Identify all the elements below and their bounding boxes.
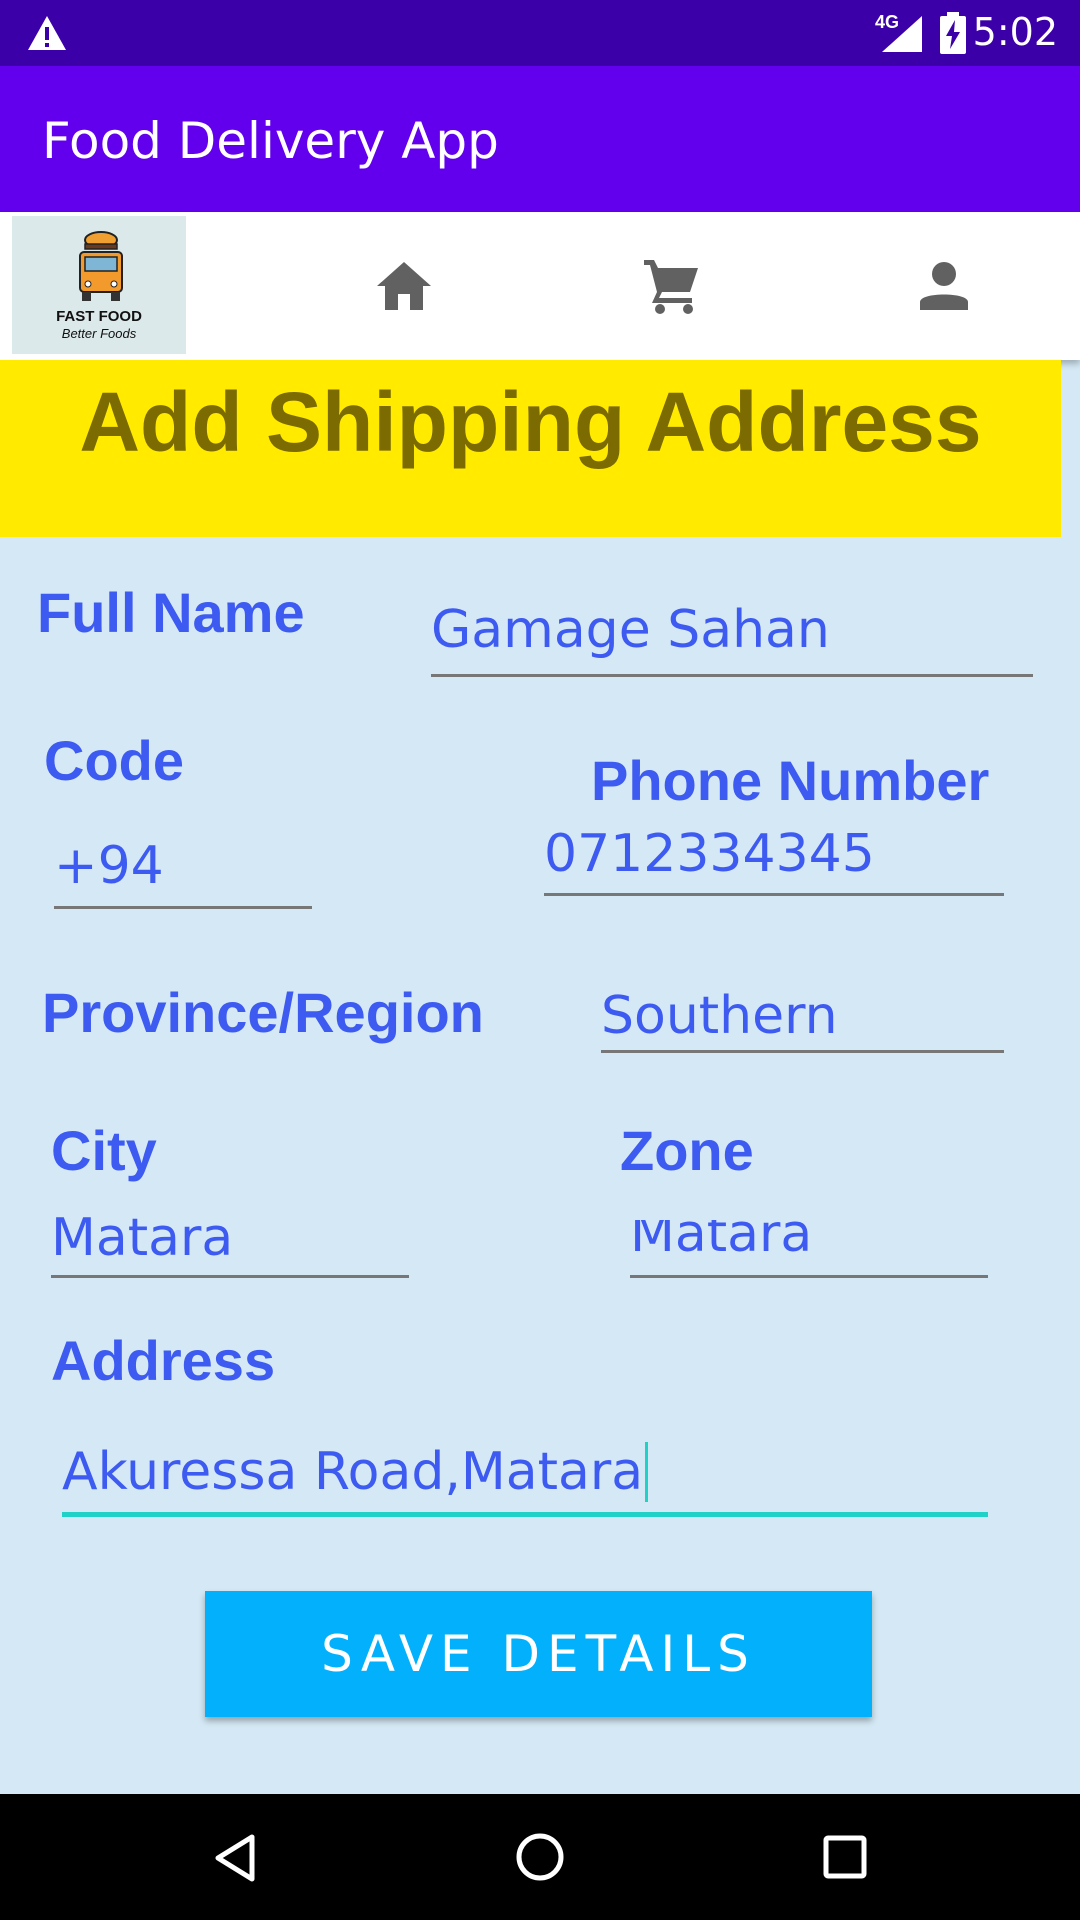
- code-label: Code: [44, 729, 184, 792]
- zone-underline: [630, 1275, 988, 1278]
- back-icon[interactable]: [214, 1834, 256, 1882]
- province-label: Province/Region: [42, 981, 484, 1044]
- profile-icon[interactable]: [920, 262, 968, 310]
- system-nav-bar: [0, 1794, 1080, 1920]
- battery-charging-icon: [940, 12, 966, 54]
- city-label: City: [51, 1119, 157, 1182]
- recents-icon[interactable]: [823, 1835, 867, 1879]
- code-underline: [54, 906, 312, 909]
- code-field[interactable]: +94: [54, 832, 312, 910]
- city-underline: [51, 1275, 409, 1278]
- zone-label: Zone: [620, 1119, 754, 1182]
- province-value: Southern: [601, 990, 838, 1042]
- address-field[interactable]: Akuressa Road,Matara: [62, 1438, 988, 1518]
- zone-field[interactable]: Matara: [630, 1220, 988, 1278]
- page-title: Add Shipping Address: [79, 375, 982, 469]
- app-title: Food Delivery App: [42, 112, 499, 170]
- address-text-wrap: Akuressa Road,Matara: [62, 1442, 649, 1502]
- status-bar: 4G 5:02: [0, 0, 1080, 66]
- save-details-button[interactable]: SAVE DETAILS: [205, 1591, 872, 1717]
- province-underline: [601, 1050, 1004, 1053]
- warning-icon: [28, 16, 66, 50]
- logo: FAST FOOD Better Foods: [12, 216, 186, 354]
- top-nav: FAST FOOD Better Foods: [0, 212, 1080, 360]
- city-value: Matara: [51, 1210, 234, 1266]
- text-cursor: [645, 1442, 649, 1502]
- phone-value: 0712334345: [544, 824, 875, 884]
- signal-icon: [882, 16, 922, 52]
- cart-icon[interactable]: [644, 260, 700, 314]
- app-bar: Food Delivery App: [0, 66, 1080, 212]
- phone-field[interactable]: 0712334345: [544, 820, 1004, 897]
- full-name-underline: [431, 674, 1033, 677]
- home-icon[interactable]: [377, 262, 431, 310]
- logo-line-1: FAST FOOD: [56, 308, 142, 325]
- full-name-label: Full Name: [37, 581, 305, 644]
- code-value: +94: [54, 836, 164, 896]
- home-circle-icon[interactable]: [515, 1832, 565, 1882]
- full-name-field[interactable]: Gamage Sahan: [431, 598, 1033, 678]
- city-field[interactable]: Matara: [51, 1210, 409, 1278]
- logo-line-2: Better Foods: [61, 326, 137, 341]
- address-value: Akuressa Road,Matara: [62, 1442, 644, 1502]
- address-label: Address: [51, 1329, 276, 1392]
- address-underline-focused: [62, 1512, 988, 1517]
- phone-label: Phone Number: [591, 749, 990, 812]
- full-name-value: Gamage Sahan: [431, 600, 830, 660]
- food-truck-icon: [79, 231, 123, 301]
- phone-underline: [544, 893, 1004, 896]
- header-banner: Add Shipping Address: [0, 360, 1061, 537]
- zone-value: Matara: [630, 1220, 813, 1258]
- province-field[interactable]: Southern: [601, 990, 1004, 1053]
- clock: 5:02: [972, 10, 1058, 54]
